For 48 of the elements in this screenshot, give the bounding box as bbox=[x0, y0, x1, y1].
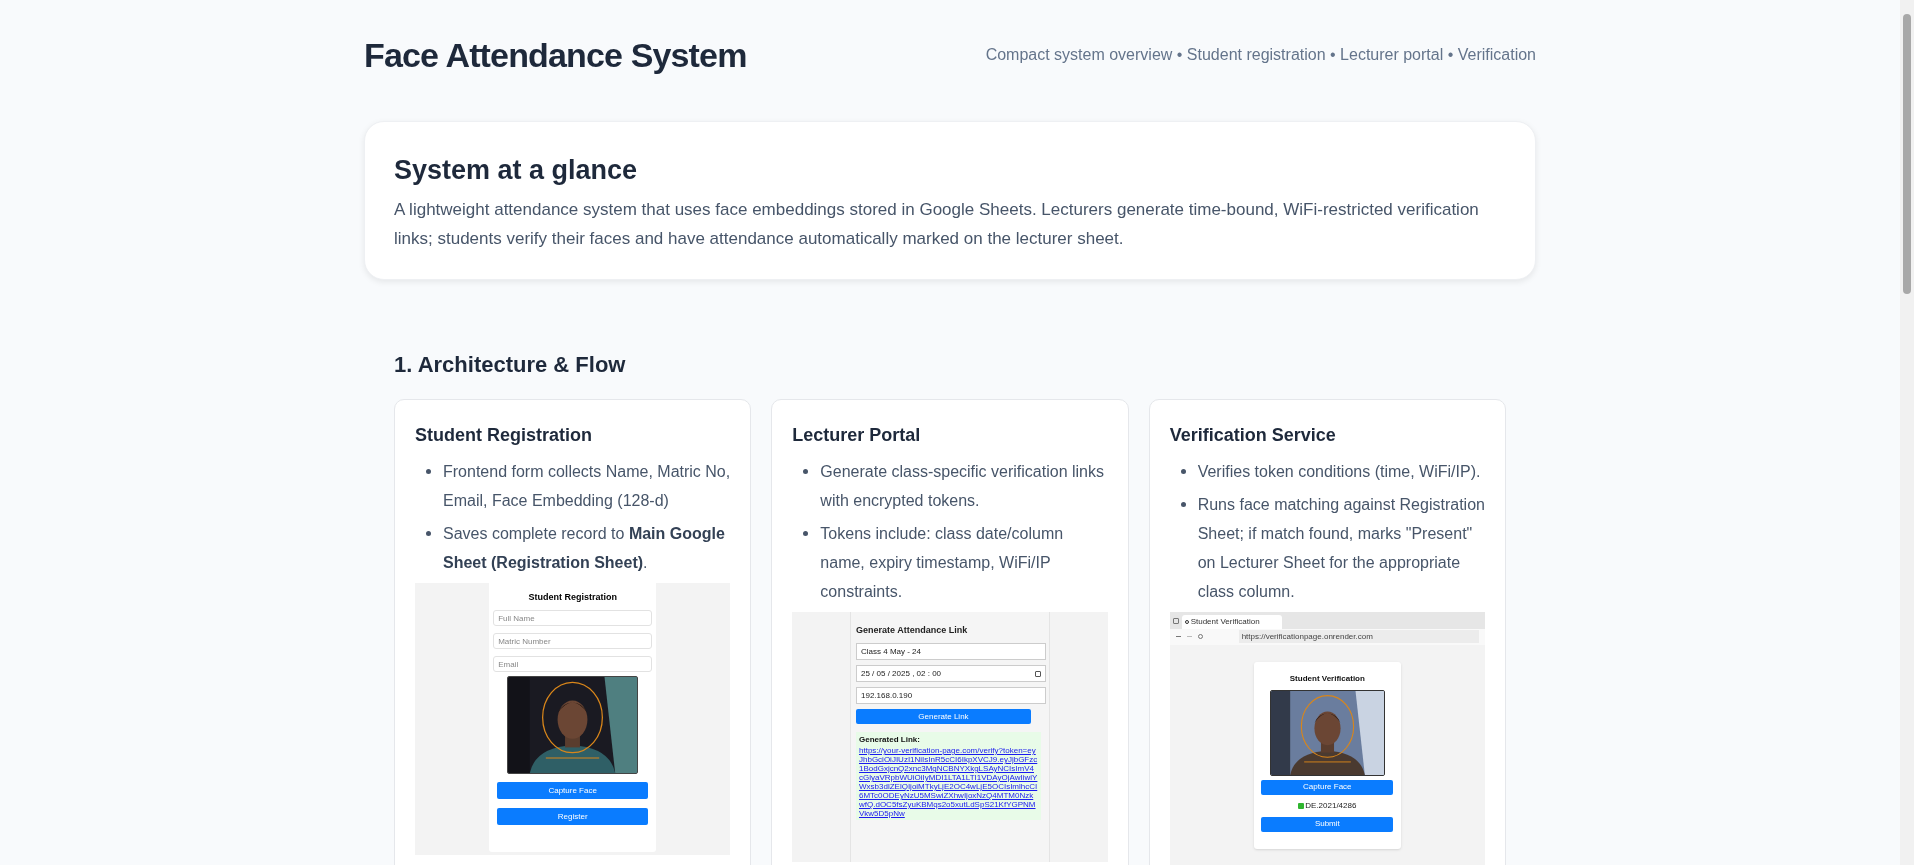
bullet-icon bbox=[803, 530, 809, 536]
field-value: 192.168.0.190 bbox=[861, 689, 913, 702]
calendar-icon[interactable] bbox=[1035, 670, 1041, 677]
browser-tab[interactable]: Student Verification bbox=[1181, 614, 1282, 629]
field-value: Class 4 May - 24 bbox=[861, 645, 921, 658]
bullet-text: Tokens include: class date/column name, expiry timestamp, WiFi/IP constraints. bbox=[820, 523, 1065, 602]
field-value: 25 / 05 / 2025 , 02 : 00 bbox=[861, 667, 942, 680]
app-title: Generate Attendance Link bbox=[856, 623, 969, 637]
input-field[interactable]: 25 / 05 / 2025 , 02 : 00 bbox=[856, 665, 1046, 682]
section-title: 1. Architecture & Flow bbox=[394, 350, 627, 379]
scrollbar[interactable] bbox=[1900, 0, 1914, 865]
app-button[interactable]: Submit bbox=[1261, 816, 1394, 832]
overview-title: System at a glance bbox=[394, 154, 639, 187]
app-button[interactable]: Register bbox=[497, 808, 649, 825]
status-text: DE.2021/4286 bbox=[1305, 799, 1357, 812]
tab-title: Student Verification bbox=[1190, 615, 1261, 628]
scrollbar-thumb[interactable] bbox=[1903, 14, 1911, 294]
card-title: Lecturer Portal bbox=[792, 423, 922, 447]
tab-group-icon[interactable] bbox=[1172, 617, 1179, 624]
app-title: Student Registration bbox=[528, 590, 617, 604]
bullet-text: Verifies token conditions (time, WiFi/IP). bbox=[1197, 461, 1481, 482]
input-field[interactable]: Matric Number bbox=[493, 633, 653, 649]
input-field[interactable]: 192.168.0.190 bbox=[856, 687, 1046, 704]
bullet-text: Frontend form collects Name, Matric No, Email, Face Embedding (128-d) bbox=[443, 461, 731, 511]
bullet-icon bbox=[1180, 468, 1186, 474]
address-bar[interactable]: https://verificationpage.onrender.com bbox=[1238, 630, 1479, 643]
card-title: Verification Service bbox=[1169, 423, 1337, 447]
bullet-icon bbox=[1180, 501, 1186, 507]
app-title: Student Verification bbox=[1289, 672, 1365, 685]
card-title: Student Registration bbox=[415, 423, 593, 447]
page-title: Face Attendance System bbox=[364, 34, 747, 76]
input-field[interactable]: Class 4 May - 24 bbox=[856, 643, 1046, 660]
bullet-icon bbox=[803, 468, 809, 474]
input-field[interactable]: Full Name bbox=[493, 610, 653, 626]
generated-link[interactable]: https://your-verification-page.com/verify?token=eyJhbGciOiJIUzI1NiIsInR5cCI6IkpXVCJ9.eyJjbGFzc1BodGxjcnQ2xnc3MgNCBNYXkgLSAyNCIsImV4cGlyaVRpbWUiOiIyMDI1LTA1LTI1VDAyOjAwIiwiYWxsb3dlZElQIjoiMTkyLjE2OC4wLjE5OCIsImlhcCI6MTc0ODEyNzU5MSwiZXhwIjoxNzQ4MTM0NzkwfQ.dOC5fsZyuKBMqs2o5xutLdSpS21KfYGPNMVkw5D5pNw bbox=[859, 746, 1038, 818]
bullet-text: Generate class-specific verification links with encrypted tokens. bbox=[820, 461, 1105, 511]
app-button[interactable]: Capture Face bbox=[1261, 779, 1394, 795]
overview-text: A lightweight attendance system that uses face embeddings stored in Google Sheets. Lecturers generate time-bound, WiFi-restricted verification links; students verify their faces and have attendance automatically marked on the lecturer sheet. bbox=[394, 198, 1480, 250]
app-button[interactable]: Capture Face bbox=[497, 782, 649, 799]
page-subtitle: Compact system overview • Student registration • Lecturer portal • Verification bbox=[985, 45, 1536, 65]
app-button[interactable]: Generate Link bbox=[856, 709, 1031, 724]
bullet-icon bbox=[426, 468, 431, 474]
result-label: Generated Link: bbox=[859, 734, 921, 746]
bullet-text: Runs face matching against Registration Sheet; if match found, marks "Present" on Lecturer Sheet for the appropriate class column. bbox=[1197, 494, 1485, 602]
bullet-text: Saves complete record to Main Google Sheet (Registration Sheet). bbox=[443, 523, 726, 573]
bullet-icon bbox=[426, 530, 431, 536]
check-icon bbox=[1298, 802, 1305, 809]
input-field[interactable]: Email bbox=[493, 656, 653, 672]
